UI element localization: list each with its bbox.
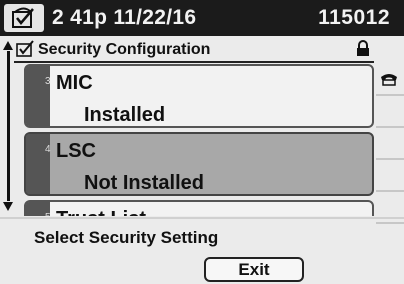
item-name: LSC xyxy=(56,140,96,162)
item-number: 3 xyxy=(45,76,51,87)
scroll-up-arrow-icon[interactable] xyxy=(3,41,13,50)
item-tab xyxy=(26,66,50,126)
line-key-column xyxy=(376,64,404,224)
page-header: Security Configuration xyxy=(14,39,374,63)
item-name: MIC xyxy=(56,72,93,94)
item-name: Trust List xyxy=(56,208,146,216)
item-tab xyxy=(26,134,50,194)
item-number: 5 xyxy=(45,212,51,216)
lock-icon xyxy=(356,40,370,62)
handset-icon xyxy=(379,72,399,91)
scroll-down-arrow-icon[interactable] xyxy=(3,202,13,211)
item-number: 4 xyxy=(45,144,51,155)
divider xyxy=(0,217,404,219)
exit-button[interactable]: Exit xyxy=(204,257,304,282)
line-key-2[interactable] xyxy=(376,96,404,128)
line-key-1[interactable] xyxy=(376,64,404,96)
security-settings-list: 3 MIC Installed 4 LSC Not Installed 5 Tr… xyxy=(24,64,374,216)
list-item-mic[interactable]: 3 MIC Installed xyxy=(24,64,374,128)
scrollbar[interactable] xyxy=(7,51,10,201)
phone-settings-icon xyxy=(4,4,44,32)
item-status: Not Installed xyxy=(84,172,205,194)
time-date: 2 41p 11/22/16 xyxy=(52,6,197,29)
list-item-trust-list[interactable]: 5 Trust List xyxy=(24,200,374,216)
line-extension: 115012 xyxy=(318,6,390,29)
line-key-5[interactable] xyxy=(376,192,404,224)
status-bar: 2 41p 11/22/16 115012 xyxy=(0,0,404,36)
line-key-3[interactable] xyxy=(376,128,404,160)
prompt-text: Select Security Setting xyxy=(34,228,219,247)
line-key-4[interactable] xyxy=(376,160,404,192)
item-status: Installed xyxy=(84,104,166,126)
list-item-lsc[interactable]: 4 LSC Not Installed xyxy=(24,132,374,196)
page-title: Security Configuration xyxy=(38,41,211,58)
settings-checkbox-icon xyxy=(16,40,36,63)
